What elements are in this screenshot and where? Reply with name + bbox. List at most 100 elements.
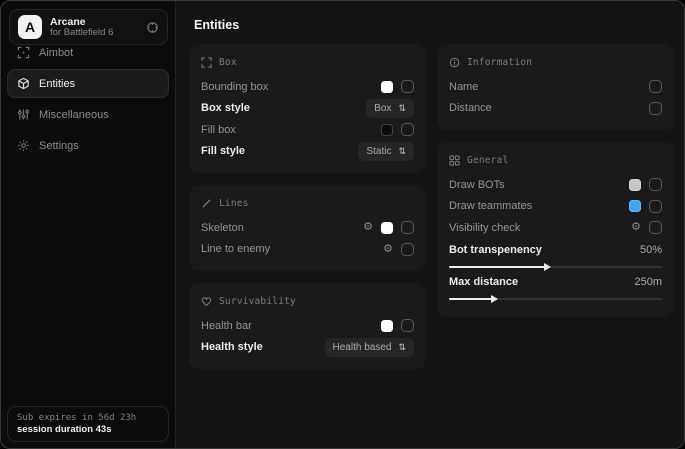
panel-header-label: Lines	[219, 198, 249, 209]
gear-icon	[17, 139, 30, 152]
skeleton-color-swatch[interactable]	[381, 222, 393, 234]
row-distance: Distance	[449, 98, 662, 120]
row-label: Bot transpenency	[449, 244, 542, 256]
sidebar-item-label: Settings	[39, 140, 79, 152]
row-label: Visibility check	[449, 222, 520, 234]
sidebar-item-miscellaneous[interactable]: Miscellaneous	[7, 100, 169, 129]
name-checkbox[interactable]	[649, 80, 662, 93]
row-line-to-enemy: Line to enemy ⚙	[201, 239, 414, 261]
fill-box-color-swatch[interactable]	[381, 124, 393, 136]
slider-thumb[interactable]	[544, 263, 551, 271]
visibility-check-checkbox[interactable]	[649, 221, 662, 234]
row-bounding-box: Bounding box	[201, 76, 414, 98]
brand-subtitle: for Battlefield 6	[50, 28, 138, 39]
draw-bots-color-swatch[interactable]	[629, 179, 641, 191]
sub-expires-text: Sub expires in 56d 23h	[17, 413, 159, 423]
page-title: Entities	[194, 18, 684, 32]
panel-general-header: General	[449, 155, 662, 166]
skeleton-settings-gear-icon[interactable]: ⚙	[363, 222, 373, 233]
bounding-box-color-swatch[interactable]	[381, 81, 393, 93]
fill-box-checkbox[interactable]	[401, 123, 414, 136]
line-to-enemy-checkbox[interactable]	[401, 243, 414, 256]
row-name: Name	[449, 76, 662, 98]
panel-box: Box Bounding box Box style Box ⇅	[189, 44, 426, 173]
row-draw-teammates: Draw teammates	[449, 196, 662, 218]
health-bar-color-swatch[interactable]	[381, 320, 393, 332]
panel-header-label: Survivability	[219, 296, 296, 307]
subscription-footer: Sub expires in 56d 23h session duration …	[7, 406, 169, 442]
sidebar: A Arcane for Battlefield 6 Category Aimb…	[1, 1, 176, 448]
panel-lines: Lines Skeleton ⚙ Line to enemy ⚙	[189, 185, 426, 271]
visibility-check-settings-gear-icon[interactable]: ⚙	[631, 222, 641, 233]
health-bar-checkbox[interactable]	[401, 319, 414, 332]
row-health-style: Health style Health based ⇅	[201, 337, 414, 359]
row-fill-box: Fill box	[201, 119, 414, 141]
health-style-dropdown[interactable]: Health based ⇅	[325, 338, 414, 357]
row-fill-style: Fill style Static ⇅	[201, 141, 414, 163]
panel-header-label: Box	[219, 57, 237, 68]
dropdown-value: Health based	[333, 342, 392, 353]
fill-style-dropdown[interactable]: Static ⇅	[358, 142, 414, 161]
panel-information-header: Information	[449, 57, 662, 68]
unfold-icon: ⇅	[398, 147, 406, 156]
app-window: A Arcane for Battlefield 6 Category Aimb…	[0, 0, 685, 449]
info-circle-icon	[449, 57, 460, 68]
draw-teammates-color-swatch[interactable]	[629, 200, 641, 212]
grid-icon	[449, 155, 460, 166]
max-distance-value: 250m	[634, 276, 662, 288]
session-duration-text: session duration 43s	[17, 424, 159, 435]
row-label: Fill box	[201, 124, 236, 136]
skeleton-checkbox[interactable]	[401, 221, 414, 234]
panel-box-header: Box	[201, 57, 414, 68]
row-label: Fill style	[201, 145, 245, 157]
sliders-icon	[17, 108, 30, 121]
box-style-dropdown[interactable]: Box ⇅	[366, 99, 414, 118]
panel-lines-header: Lines	[201, 198, 414, 209]
row-label: Distance	[449, 102, 492, 114]
line-to-enemy-settings-gear-icon[interactable]: ⚙	[383, 244, 393, 255]
dropdown-value: Box	[374, 103, 391, 114]
entities-icon	[17, 77, 30, 90]
max-distance-group: Max distance 250m	[449, 274, 662, 300]
row-label: Draw teammates	[449, 200, 532, 212]
row-label: Draw BOTs	[449, 179, 505, 191]
sidebar-item-entities[interactable]: Entities	[7, 69, 169, 98]
panel-survivability: Survivability Health bar Health style He…	[189, 283, 426, 369]
bounding-box-checkbox[interactable]	[401, 80, 414, 93]
row-label: Max distance	[449, 276, 518, 288]
sidebar-item-label: Entities	[39, 78, 75, 90]
unfold-icon: ⇅	[398, 104, 406, 113]
row-box-style: Box style Box ⇅	[201, 98, 414, 120]
sidebar-item-label: Miscellaneous	[39, 109, 109, 121]
unfold-icon: ⇅	[398, 343, 406, 352]
row-label: Name	[449, 81, 478, 93]
brand-text: Arcane for Battlefield 6	[50, 16, 138, 39]
slider-thumb[interactable]	[491, 295, 498, 303]
row-health-bar: Health bar	[201, 315, 414, 337]
panel-header-label: Information	[467, 57, 532, 68]
slider-fill	[449, 266, 549, 268]
bot-transparency-slider[interactable]	[449, 266, 662, 268]
brand-logo: A	[18, 15, 42, 39]
brand-target-icon[interactable]	[146, 21, 159, 34]
distance-checkbox[interactable]	[649, 102, 662, 115]
crosshair-icon	[17, 46, 30, 59]
heart-icon	[201, 296, 212, 307]
bot-transparency-value: 50%	[640, 244, 662, 256]
draw-bots-checkbox[interactable]	[649, 178, 662, 191]
panel-general: General Draw BOTs Draw teammates	[437, 142, 674, 317]
main-content: Entities Box Bounding box	[177, 1, 684, 448]
sidebar-item-settings[interactable]: Settings	[7, 131, 169, 160]
diagonal-line-icon	[201, 198, 212, 209]
panel-information: Information Name Distance	[437, 44, 674, 130]
max-distance-slider[interactable]	[449, 298, 662, 300]
draw-teammates-checkbox[interactable]	[649, 200, 662, 213]
row-label: Line to enemy	[201, 243, 270, 255]
row-label: Health style	[201, 341, 263, 353]
row-draw-bots: Draw BOTs	[449, 174, 662, 196]
bot-transparency-group: Bot transpenency 50%	[449, 242, 662, 268]
dropdown-value: Static	[366, 146, 391, 157]
sidebar-nav: Aimbot Entities Miscellaneous	[1, 38, 175, 160]
brand-name: Arcane	[50, 16, 138, 28]
slider-fill	[449, 298, 496, 300]
